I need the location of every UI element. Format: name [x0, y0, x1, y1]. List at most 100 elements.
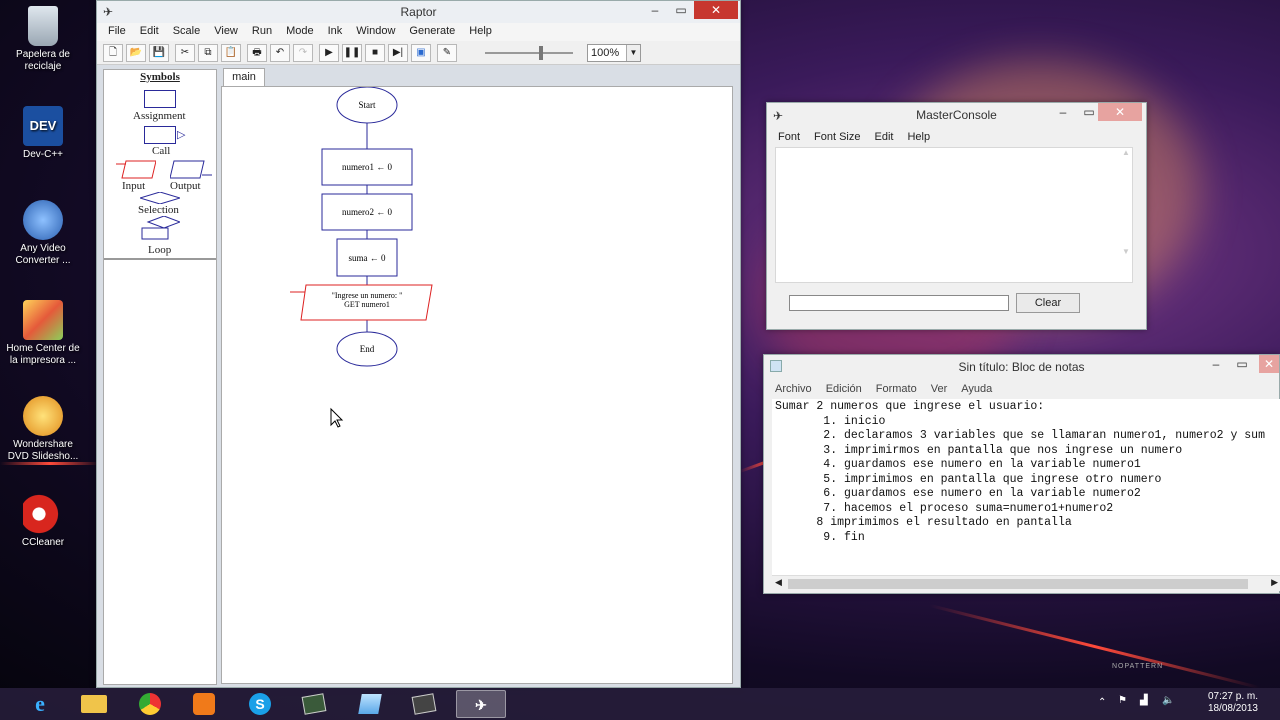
step-icon[interactable]: ▶| — [388, 44, 408, 62]
desktop-icon-devcpp[interactable]: DEV Dev-C++ — [4, 106, 82, 161]
scroll-left-icon[interactable]: ◀ — [775, 577, 782, 588]
skype-icon[interactable]: S — [238, 690, 282, 718]
menu-ver[interactable]: Ver — [924, 381, 955, 399]
flowchart: Start numero1 ← 0 numero2 ← 0 suma ← 0 "… — [290, 87, 433, 428]
text-line: 1. inicio — [775, 414, 886, 428]
print-icon[interactable]: 🖶 — [247, 44, 267, 62]
text-line: 9. fin — [775, 530, 865, 544]
text-line: 7. hacemos el proceso suma=numero1+numer… — [775, 501, 1114, 515]
desktop-icon-video-converter[interactable]: Any Video Converter ... — [4, 200, 82, 267]
copy-icon[interactable]: ⧉ — [198, 44, 218, 62]
menu-generate[interactable]: Generate — [402, 23, 462, 41]
stop-icon[interactable]: ■ — [365, 44, 385, 62]
menu-file[interactable]: File — [101, 23, 133, 41]
scrollbar-thumb[interactable] — [788, 579, 1248, 589]
console-menubar: Font Font Size Edit Help — [767, 125, 1146, 147]
open-folder-icon[interactable]: 📂 — [126, 44, 146, 62]
ie-icon[interactable]: e — [18, 690, 62, 718]
menu-help[interactable]: Help — [462, 23, 499, 41]
desktop-icon-label: Wondershare DVD Slidesho... — [7, 439, 79, 462]
notepad-text-area[interactable]: Sumar 2 numeros que ingrese el usuario: … — [772, 399, 1280, 575]
menu-edicion[interactable]: Edición — [819, 381, 869, 399]
assignment-symbol[interactable] — [144, 90, 176, 108]
maximize-button[interactable]: ▭ — [1229, 355, 1255, 373]
new-file-icon[interactable]: 🗋 — [103, 44, 123, 62]
minimize-button[interactable]: – — [642, 1, 668, 19]
flag-icon[interactable]: ⚑ — [1118, 695, 1127, 706]
notepad-titlebar[interactable]: Sin título: Bloc de notas – ▭ ✕ — [764, 355, 1279, 377]
undo-icon[interactable]: ↶ — [270, 44, 290, 62]
desktop-icon-label: Dev-C++ — [22, 149, 63, 160]
speed-slider-track[interactable] — [485, 52, 573, 54]
volume-icon[interactable]: 🔈 — [1162, 695, 1174, 706]
menu-mode[interactable]: Mode — [279, 23, 321, 41]
menu-edit[interactable]: Edit — [867, 129, 900, 147]
play-icon[interactable]: ▶ — [319, 44, 339, 62]
save-icon[interactable]: 💾 — [149, 44, 169, 62]
menu-window[interactable]: Window — [349, 23, 402, 41]
horizontal-scrollbar[interactable]: ◀ ▶ — [772, 575, 1280, 591]
clear-button[interactable]: Clear — [1016, 293, 1080, 313]
notepad-icon[interactable] — [348, 690, 392, 718]
pen-icon[interactable]: ✎ — [437, 44, 457, 62]
desktop-icon-printer[interactable]: Home Center de la impresora ... — [4, 300, 82, 367]
call-symbol[interactable] — [144, 126, 176, 144]
desktop-icon-recycle-bin[interactable]: Papelera de reciclaje — [4, 6, 82, 73]
close-button[interactable]: ✕ — [1259, 355, 1279, 373]
app-icon-2[interactable] — [402, 690, 446, 718]
menu-edit[interactable]: Edit — [133, 23, 166, 41]
minimize-button[interactable]: – — [1050, 103, 1076, 121]
selection-symbol[interactable] — [140, 192, 180, 204]
menu-help[interactable]: Help — [900, 129, 937, 147]
desktop-icon-ccleaner[interactable]: CCleaner — [4, 494, 82, 549]
pause-icon[interactable]: ❚❚ — [342, 44, 362, 62]
media-player-icon[interactable] — [182, 690, 226, 718]
system-clock[interactable]: 07:27 p. m. 18/08/2013 — [1208, 691, 1258, 715]
file-explorer-icon[interactable] — [72, 690, 116, 718]
raptor-titlebar[interactable]: ✈ Raptor – ▭ ✕ — [97, 1, 740, 23]
text-line: 8 imprimimos el resultado en pantalla — [775, 516, 1072, 529]
close-button[interactable]: ✕ — [694, 1, 738, 19]
paste-icon[interactable]: 📋 — [221, 44, 241, 62]
menu-font-size[interactable]: Font Size — [807, 129, 867, 147]
show-hidden-icons-icon[interactable]: ⌃ — [1098, 697, 1106, 708]
menu-ink[interactable]: Ink — [321, 23, 350, 41]
test-icon[interactable]: ▣ — [411, 44, 431, 62]
close-button[interactable]: ✕ — [1098, 103, 1142, 121]
console-output[interactable]: ▲ ▼ — [775, 147, 1133, 283]
desktop-icon-label: CCleaner — [21, 537, 65, 548]
menu-view[interactable]: View — [207, 23, 245, 41]
menu-font[interactable]: Font — [771, 129, 807, 147]
printer-icon — [23, 300, 63, 340]
input-get-label: GET numero1 — [344, 300, 390, 309]
zoom-select[interactable]: 100% ▼ — [587, 44, 641, 62]
menu-scale[interactable]: Scale — [166, 23, 208, 41]
raptor-icon[interactable]: ✈ — [456, 690, 506, 718]
loop-symbol[interactable] — [140, 216, 180, 240]
clock-time: 07:27 p. m. — [1207, 691, 1258, 702]
scroll-right-icon[interactable]: ▶ — [1271, 577, 1278, 588]
minimize-button[interactable]: – — [1203, 355, 1229, 373]
maximize-button[interactable]: ▭ — [668, 1, 694, 19]
flowchart-canvas[interactable]: Start numero1 ← 0 numero2 ← 0 suma ← 0 "… — [221, 86, 733, 684]
output-symbol[interactable] — [170, 158, 212, 180]
raptor-window: ✈ Raptor – ▭ ✕ File Edit Scale View Run … — [96, 0, 741, 688]
speed-slider-thumb[interactable] — [539, 46, 543, 60]
tab-main[interactable]: main — [223, 68, 265, 86]
chrome-icon[interactable] — [128, 690, 172, 718]
redo-icon[interactable]: ↷ — [293, 44, 313, 62]
console-titlebar[interactable]: ✈ MasterConsole – ▭ ✕ — [767, 103, 1146, 125]
menu-ayuda[interactable]: Ayuda — [954, 381, 999, 399]
menu-archivo[interactable]: Archivo — [768, 381, 819, 399]
input-symbol[interactable] — [116, 158, 156, 180]
chevron-down-icon[interactable]: ▼ — [626, 45, 640, 61]
menu-formato[interactable]: Formato — [869, 381, 924, 399]
cut-icon[interactable]: ✂ — [175, 44, 195, 62]
text-line: Sumar 2 numeros que ingrese el usuario: — [775, 400, 1045, 413]
network-icon[interactable]: ▟ — [1140, 695, 1148, 706]
console-input[interactable] — [789, 295, 1009, 311]
app-icon[interactable] — [292, 690, 336, 718]
desktop-icon-dvd-slideshow[interactable]: Wondershare DVD Slidesho... — [4, 396, 82, 463]
menu-run[interactable]: Run — [245, 23, 279, 41]
scrollbar[interactable]: ▲ ▼ — [1120, 148, 1132, 282]
